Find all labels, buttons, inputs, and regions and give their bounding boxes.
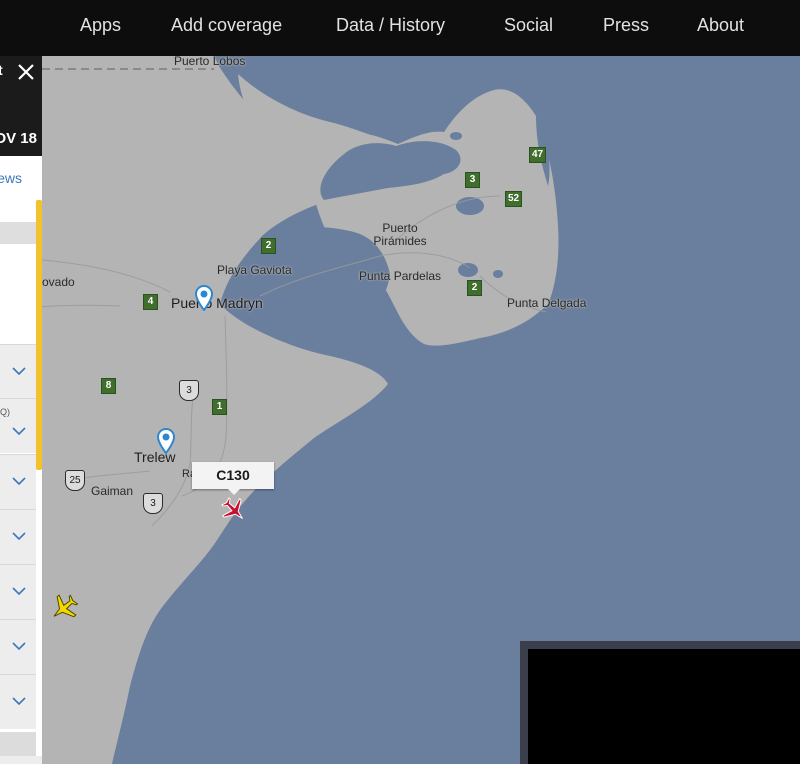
panel-row[interactable] bbox=[0, 619, 36, 674]
panel-footer-strip bbox=[0, 732, 36, 756]
nav-about[interactable]: About bbox=[697, 0, 744, 50]
chevron-down-icon[interactable] bbox=[12, 363, 26, 381]
chevron-down-icon[interactable] bbox=[12, 693, 26, 711]
panel-row[interactable] bbox=[0, 454, 36, 509]
panel-date-fragment: OV 18 bbox=[0, 130, 37, 147]
nav-apps[interactable]: Apps bbox=[80, 0, 121, 50]
label-puerto-piramides: Puerto Pirámides bbox=[373, 221, 427, 248]
chevron-down-icon[interactable] bbox=[12, 473, 26, 491]
route-marker-47: 47 bbox=[529, 147, 547, 163]
panel-row[interactable]: Q) bbox=[0, 398, 36, 453]
label-playa-gaviota: Playa Gaviota bbox=[217, 263, 292, 277]
route-shield-3-north: 3 bbox=[179, 380, 199, 401]
route-marker-2-east: 2 bbox=[467, 280, 482, 296]
route-marker-52: 52 bbox=[505, 191, 523, 207]
route-marker-4: 4 bbox=[143, 294, 158, 310]
route-shield-25: 25 bbox=[65, 470, 85, 491]
panel-section-divider bbox=[0, 222, 36, 244]
flight-details-panel: t OV 18 ews Q) bbox=[0, 56, 42, 764]
label-puerto-madryn: Puerto Madryn bbox=[171, 295, 263, 311]
panel-news-clip: ews bbox=[0, 170, 22, 190]
panel-row[interactable] bbox=[0, 509, 36, 564]
label-punta-delgada: Punta Delgada bbox=[507, 296, 587, 310]
chevron-down-icon[interactable] bbox=[12, 583, 26, 601]
route-marker-1: 1 bbox=[212, 399, 227, 415]
nav-press[interactable]: Press bbox=[603, 0, 649, 50]
chevron-down-icon[interactable] bbox=[12, 638, 26, 656]
ad-overlay[interactable] bbox=[528, 649, 800, 764]
route-marker-2-west: 2 bbox=[261, 238, 276, 254]
panel-row[interactable] bbox=[0, 344, 36, 399]
label-punta-pardelas: Punta Pardelas bbox=[359, 269, 442, 283]
panel-title-fragment: t bbox=[0, 62, 3, 78]
panel-row[interactable] bbox=[0, 564, 36, 619]
nav-data-history[interactable]: Data / History bbox=[336, 0, 445, 50]
label-gaiman: Gaiman bbox=[91, 484, 134, 498]
panel-news-link[interactable]: ews bbox=[0, 170, 22, 186]
route-marker-3: 3 bbox=[465, 172, 480, 188]
chevron-down-icon[interactable] bbox=[12, 423, 26, 441]
nav-social[interactable]: Social bbox=[504, 0, 553, 50]
panel-row[interactable] bbox=[0, 674, 36, 729]
label-puerto-lobos: Puerto Lobos bbox=[174, 54, 246, 68]
flight-callsign-label[interactable]: C130 bbox=[192, 462, 274, 495]
close-icon[interactable] bbox=[16, 62, 36, 82]
panel-header: t OV 18 bbox=[0, 56, 42, 156]
ad-overlay-frame bbox=[520, 641, 800, 764]
panel-scrollbar[interactable] bbox=[36, 200, 42, 470]
label-corcovado: ovado bbox=[42, 275, 75, 289]
top-navigation: Apps Add coverage Data / History Social … bbox=[0, 0, 800, 56]
panel-row-fragment: Q) bbox=[0, 407, 10, 417]
route-marker-8: 8 bbox=[101, 378, 116, 394]
nav-add-coverage[interactable]: Add coverage bbox=[171, 0, 282, 50]
chevron-down-icon[interactable] bbox=[12, 528, 26, 546]
route-shield-3-south: 3 bbox=[143, 493, 163, 514]
